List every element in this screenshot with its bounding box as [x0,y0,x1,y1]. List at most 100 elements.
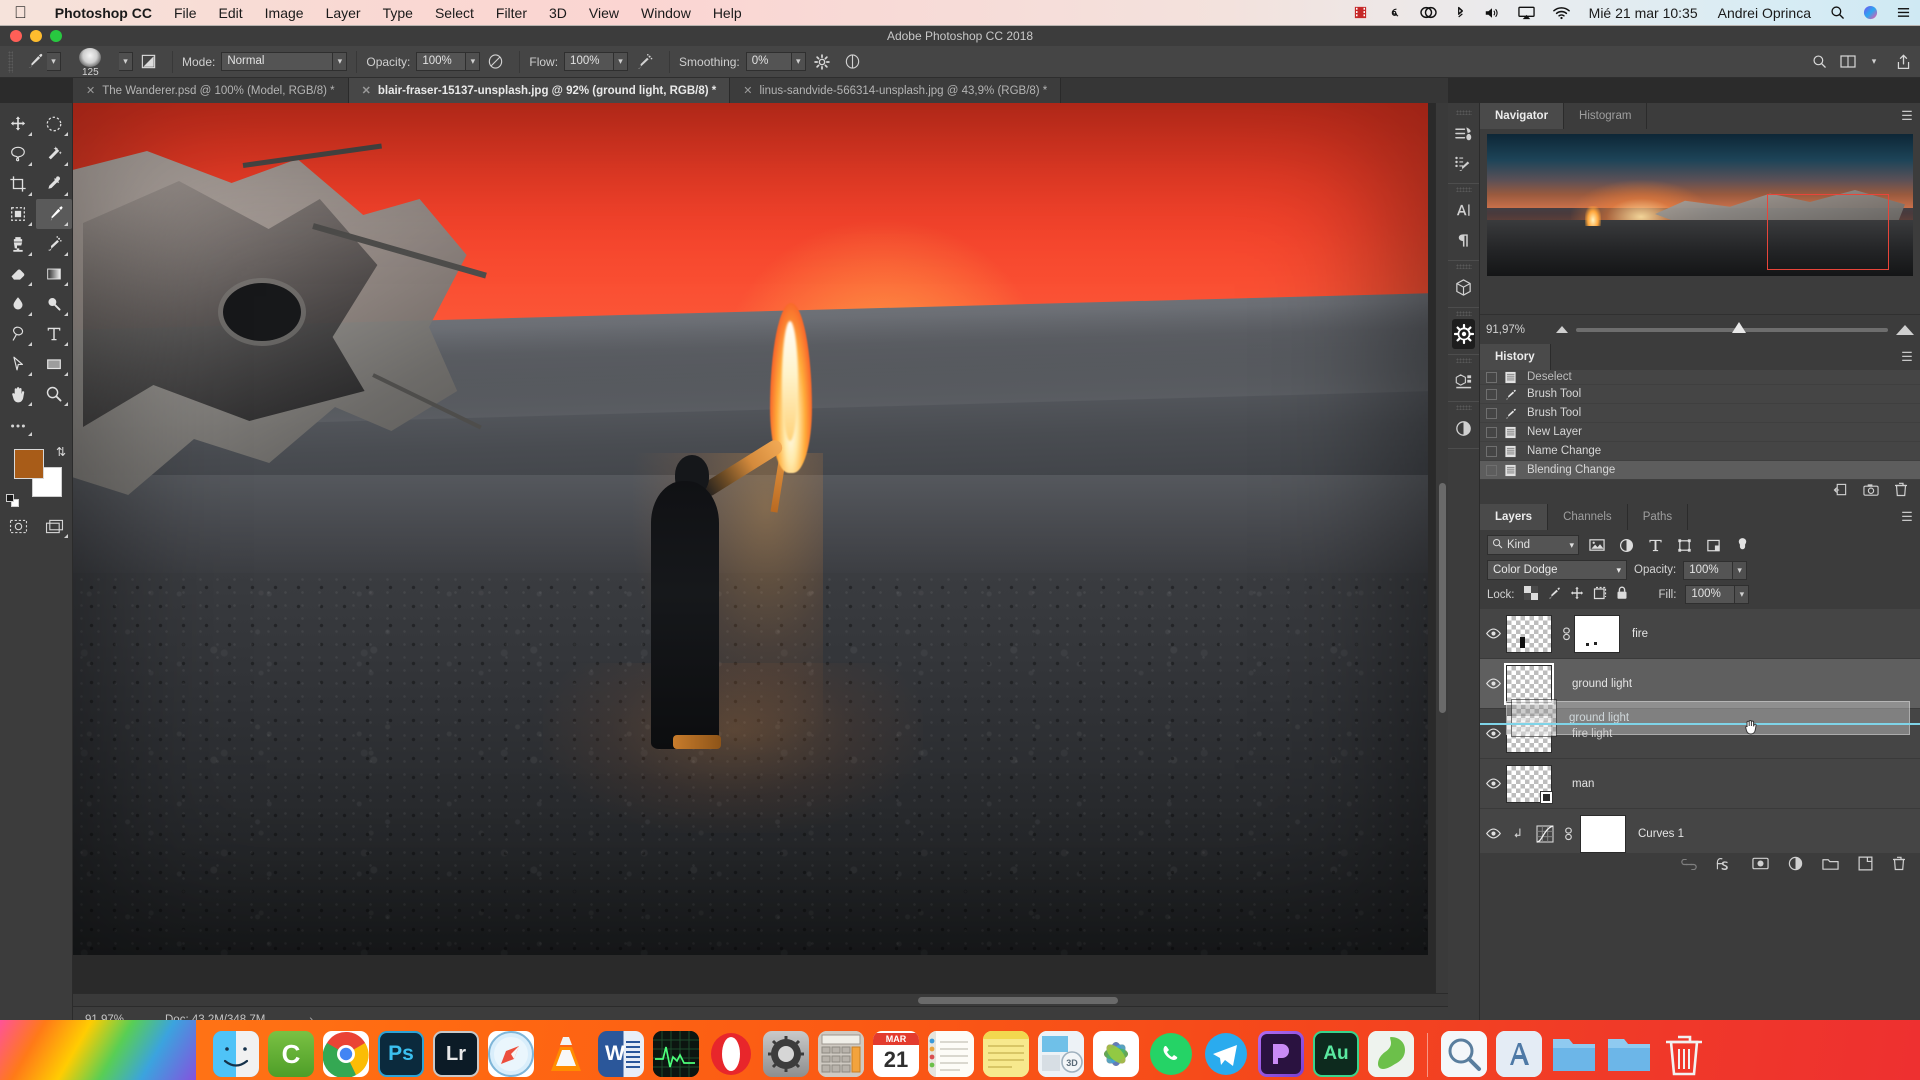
airbrush-icon[interactable] [628,53,660,71]
navigator-view-box[interactable] [1767,194,1889,270]
layer-fill-value[interactable]: 100% [1685,585,1736,604]
lasso-tool[interactable] [0,139,36,169]
layer-row[interactable]: fire light [1480,709,1920,759]
curves-adjustment-icon[interactable] [1530,824,1560,843]
dock-item-calendar[interactable]: MAR 21 [873,1031,919,1077]
menu-item-3d[interactable]: 3D [538,0,578,26]
adjustments-panel-icon[interactable] [1448,413,1479,443]
3d-render-panel-icon[interactable] [1452,319,1475,349]
eyedropper-tool[interactable] [36,169,72,199]
dock-item-adobe-photoshop[interactable]: Ps [378,1031,424,1077]
layer-visibility-toggle[interactable] [1480,828,1506,839]
layer-name[interactable]: fire [1632,628,1648,640]
dock-item-finder[interactable] [213,1031,259,1077]
magic-wand-tool[interactable] [36,139,72,169]
layer-visibility-toggle[interactable] [1480,778,1506,789]
dock-item-evernote[interactable] [1368,1031,1414,1077]
menu-item-image[interactable]: Image [254,0,315,26]
dock-group-grip[interactable] [1455,311,1472,316]
layer-blend-mode-select[interactable]: Color Dodge ▾ [1487,560,1627,580]
layer-row[interactable]: man [1480,759,1920,809]
type-tool[interactable] [36,319,72,349]
tab-channels[interactable]: Channels [1548,504,1628,530]
gradient-tool[interactable] [36,259,72,289]
dock-group-grip[interactable] [1455,264,1472,269]
create-snapshot-icon[interactable] [1863,483,1879,502]
brush-tool[interactable] [36,199,72,229]
history-snapshot-checkbox[interactable] [1486,445,1497,457]
menu-item-file[interactable]: File [163,0,208,26]
path-selection-tool[interactable] [0,349,36,379]
pressure-opacity-icon[interactable] [480,53,510,70]
workspace-icon[interactable]: ▾ [1862,56,1886,67]
tab-paths[interactable]: Paths [1627,504,1689,530]
layer-fill-input[interactable]: 100% ▾ [1685,585,1750,604]
dock-item-camtasia[interactable]: C [268,1031,314,1077]
more-tools-button[interactable] [0,413,36,439]
history-item-selected[interactable]: Blending Change [1480,461,1920,480]
3d-panel-icon[interactable] [1448,272,1479,302]
canvas-horizontal-scrollbar[interactable] [73,993,1448,1006]
dock-item-calculator[interactable] [818,1031,864,1077]
dock-group-grip[interactable] [1455,110,1472,115]
navigator-zoom-value[interactable]: 91,97% [1486,324,1548,336]
menu-item-type[interactable]: Type [372,0,424,26]
dock-item-trash[interactable] [1661,1031,1707,1077]
layer-row-selected[interactable]: ground light [1480,659,1920,709]
layer-thumbnail[interactable] [1506,614,1552,653]
document-tab[interactable]: ✕ linus-sandvide-566314-unsplash.jpg @ 4… [730,78,1062,103]
creative-cloud-icon[interactable] [1411,0,1446,26]
canvas-vertical-scrollbar[interactable] [1435,103,1448,993]
brush-settings-panel-icon[interactable] [1448,148,1479,178]
zoom-out-mountain-icon[interactable] [1556,326,1568,333]
panel-menu-icon[interactable]: ☰ [1894,504,1920,530]
layer-name[interactable]: man [1572,778,1594,790]
chevron-down-icon[interactable]: ▾ [466,52,481,71]
add-layer-mask-icon[interactable] [1752,857,1769,875]
alfred-icon[interactable] [1377,0,1411,26]
layer-row[interactable]: Curves 1 [1480,809,1920,859]
zoom-tool[interactable] [36,379,72,409]
history-item[interactable]: Name Change [1480,442,1920,461]
layer-visibility-toggle[interactable] [1480,628,1506,639]
menu-item-layer[interactable]: Layer [315,0,372,26]
airplay-icon[interactable] [1509,0,1544,26]
chevron-down-icon[interactable]: ▾ [1733,560,1748,580]
smoothing-value[interactable]: 0% [745,52,792,71]
dock-item-google-chrome[interactable] [323,1031,369,1077]
share-icon[interactable] [1886,54,1920,70]
chevron-down-icon[interactable]: ▾ [1616,565,1621,576]
dock-group-grip[interactable] [1455,187,1472,192]
apple-logo-icon[interactable]:  [14,4,27,21]
dock-item-photos[interactable] [1093,1031,1139,1077]
flow-value[interactable]: 100% [564,52,615,71]
history-snapshot-checkbox[interactable] [1486,371,1497,383]
rectangle-tool[interactable] [36,349,72,379]
dock-item-system-preferences[interactable] [763,1031,809,1077]
menu-item-select[interactable]: Select [424,0,485,26]
layer-thumbnail[interactable] [1506,764,1553,804]
mode-value[interactable]: Normal [221,52,334,71]
dock-item-font-book[interactable] [1496,1031,1542,1077]
dock-item-opera[interactable] [708,1031,754,1077]
clone-stamp-tool[interactable] [0,229,36,259]
scrollbar-thumb[interactable] [918,997,1118,1004]
dock-item-applications-folder[interactable] [1606,1031,1652,1077]
tab-navigator[interactable]: Navigator [1480,103,1565,129]
menu-bar-clock[interactable]: Mié 21 mar 10:35 [1579,5,1708,21]
tab-histogram[interactable]: Histogram [1564,103,1648,129]
blur-tool[interactable] [0,289,36,319]
screen-mode-icon[interactable] [36,511,72,541]
dock-item-activity-monitor[interactable] [653,1031,699,1077]
gear-icon[interactable] [806,53,838,70]
swap-colors-icon[interactable]: ⇅ [56,445,66,459]
chevron-down-icon[interactable]: ▾ [1735,585,1750,604]
zoom-in-mountain-icon[interactable] [1896,324,1914,335]
new-adjustment-layer-icon[interactable] [1788,856,1803,876]
tab-layers[interactable]: Layers [1480,504,1549,530]
paragraph-panel-icon[interactable] [1448,225,1479,255]
lock-artboard-icon[interactable] [1593,586,1607,603]
document-tab-active[interactable]: ✕ blair-fraser-15137-unsplash.jpg @ 92% … [348,78,731,103]
dock-item-vlc[interactable] [543,1031,589,1077]
move-tool[interactable] [0,109,36,139]
